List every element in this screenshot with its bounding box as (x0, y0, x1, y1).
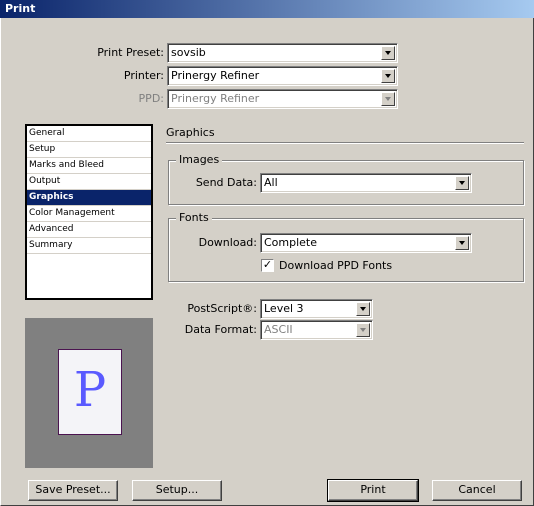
cancel-button[interactable]: Cancel (432, 480, 522, 501)
postscript-select[interactable]: Level 3 (260, 299, 373, 319)
data-format-value: ASCII (264, 323, 293, 336)
sidebar-item-output[interactable]: Output (27, 174, 151, 190)
print-preset-value: sovsib (171, 46, 206, 59)
fonts-legend: Fonts (176, 211, 212, 224)
chevron-down-icon[interactable] (381, 69, 395, 83)
print-preset-select[interactable]: sovsib (167, 43, 398, 63)
sidebar-item-color-management[interactable]: Color Management (27, 206, 151, 222)
chevron-down-icon[interactable] (455, 236, 469, 250)
printer-select[interactable]: Prinergy Refiner (167, 66, 398, 86)
preview-page: P (58, 349, 122, 435)
send-data-label: Send Data: (195, 176, 257, 189)
printer-value: Prinergy Refiner (171, 69, 260, 82)
chevron-down-icon (356, 323, 370, 337)
sidebar-item-setup[interactable]: Setup (27, 142, 151, 158)
download-ppd-fonts-label[interactable]: Download PPD Fonts (279, 259, 392, 272)
postscript-label: PostScript®: (187, 302, 257, 315)
send-data-value: All (264, 176, 278, 189)
chevron-down-icon[interactable] (356, 302, 370, 316)
data-format-select: ASCII (260, 320, 373, 340)
title-bar: Print (0, 0, 534, 18)
page-preview: P (25, 318, 153, 468)
download-label: Download: (198, 236, 257, 249)
panel-title: Graphics (166, 126, 215, 139)
chevron-down-icon[interactable] (381, 46, 395, 60)
sidebar-item-summary[interactable]: Summary (27, 238, 151, 254)
panel-title-divider (166, 142, 524, 144)
print-button[interactable]: Print (327, 479, 419, 502)
download-ppd-fonts-checkbox[interactable]: ✓ (261, 259, 274, 272)
chevron-down-icon[interactable] (455, 176, 469, 190)
sidebar-item-marks-and-bleed[interactable]: Marks and Bleed (27, 158, 151, 174)
category-list: General Setup Marks and Bleed Output Gra… (25, 124, 153, 300)
setup-button[interactable]: Setup... (132, 480, 222, 501)
send-data-select[interactable]: All (260, 173, 472, 193)
chevron-down-icon (381, 92, 395, 106)
ppd-label: PPD: (138, 92, 164, 105)
save-preset-button[interactable]: Save Preset... (28, 480, 118, 501)
download-select[interactable]: Complete (260, 233, 472, 253)
postscript-value: Level 3 (264, 302, 304, 315)
preview-letter: P (73, 362, 107, 418)
printer-label: Printer: (123, 69, 164, 82)
ppd-select: Prinergy Refiner (167, 89, 398, 109)
data-format-label: Data Format: (184, 323, 257, 336)
sidebar-item-advanced[interactable]: Advanced (27, 222, 151, 238)
download-value: Complete (264, 236, 318, 249)
print-preset-label: Print Preset: (97, 46, 164, 59)
sidebar-item-general[interactable]: General (27, 126, 151, 142)
window-title: Print (5, 2, 36, 15)
images-legend: Images (176, 153, 223, 166)
ppd-value: Prinergy Refiner (171, 92, 260, 105)
sidebar-item-graphics[interactable]: Graphics (27, 190, 151, 206)
